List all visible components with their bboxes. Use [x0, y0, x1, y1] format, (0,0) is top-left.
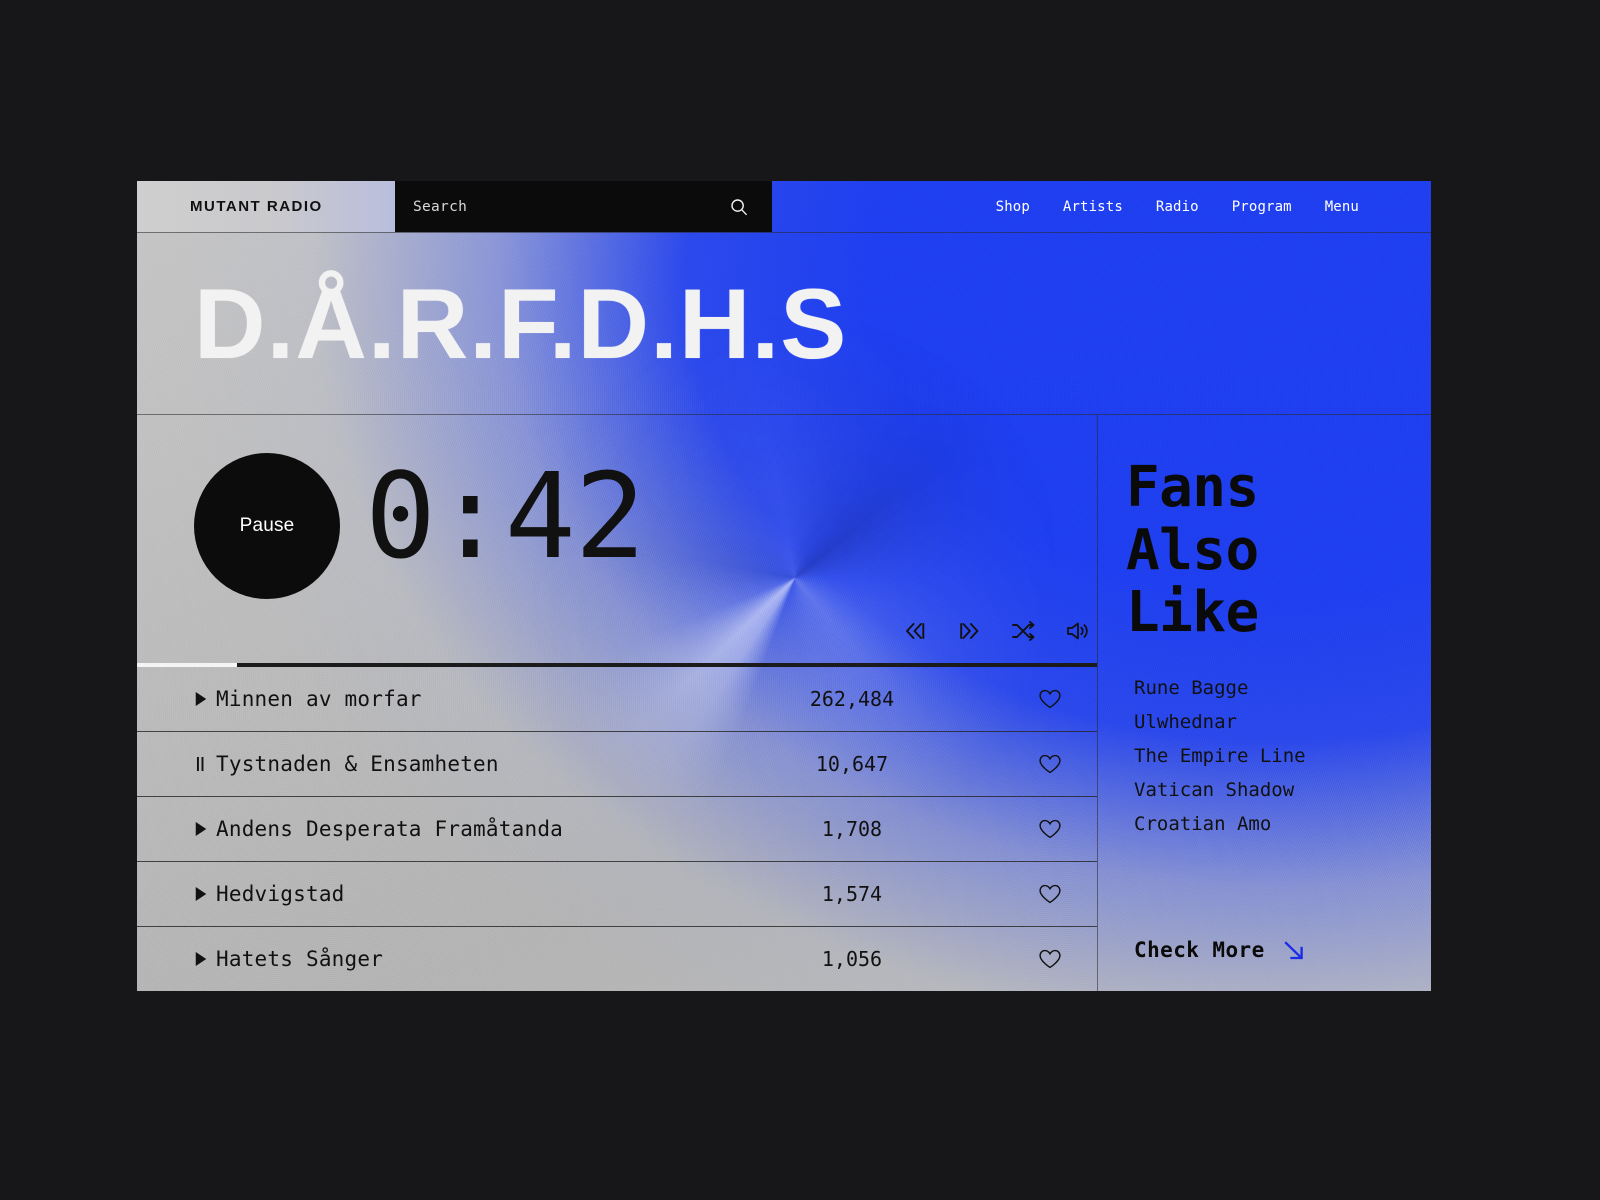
fans-title-line-2: Also	[1126, 517, 1259, 583]
nav-item-radio[interactable]: Radio	[1156, 199, 1199, 215]
pause-icon[interactable]	[194, 756, 216, 772]
player-column: Pause 0:42 Minnen av morfar 262,484 Tyst…	[137, 415, 1098, 991]
page-title: D.Å.R.F.D.H.S	[194, 268, 848, 379]
table-row[interactable]: Hatets Sånger 1,056	[137, 927, 1097, 991]
track-title: Minnen av morfar	[216, 687, 422, 711]
nav-item-artists[interactable]: Artists	[1063, 199, 1123, 215]
main-navigation: Shop Artists Radio Program Menu	[772, 181, 1431, 232]
table-row[interactable]: Andens Desperata Framåtanda 1,708	[137, 797, 1097, 862]
shuffle-icon[interactable]	[1009, 617, 1037, 645]
list-item[interactable]: The Empire Line	[1134, 745, 1431, 767]
play-icon[interactable]	[194, 691, 216, 707]
heart-icon[interactable]	[1002, 818, 1097, 840]
track-plays: 1,574	[821, 882, 883, 906]
hero-banner: D.Å.R.F.D.H.S	[137, 233, 1431, 415]
table-row[interactable]: Hedvigstad 1,574	[137, 862, 1097, 927]
top-bar: MUTANT RADIO Shop Artists Radio Program …	[137, 181, 1431, 233]
search-icon[interactable]	[730, 198, 748, 216]
fans-also-like-title: Fans Also Like	[1098, 455, 1431, 646]
brand-logo[interactable]: MUTANT RADIO	[190, 198, 323, 215]
check-more-link[interactable]: Check More	[1098, 937, 1431, 991]
search-input[interactable]	[413, 198, 730, 215]
track-list: Minnen av morfar 262,484 Tystnaden & Ens…	[137, 667, 1097, 991]
fast-forward-icon[interactable]	[955, 617, 983, 645]
play-icon[interactable]	[194, 886, 216, 902]
timecode-display: 0:42	[365, 447, 646, 585]
track-plays: 1,056	[821, 947, 883, 971]
check-more-label: Check More	[1134, 938, 1265, 962]
track-plays: 10,647	[815, 752, 889, 776]
heart-icon[interactable]	[1002, 753, 1097, 775]
table-row[interactable]: Tystnaden & Ensamheten 10,647	[137, 732, 1097, 797]
brand-zone: MUTANT RADIO	[137, 181, 395, 232]
fans-artist-list: Rune Bagge Ulwhednar The Empire Line Vat…	[1098, 645, 1431, 835]
fans-title-line-3: Like	[1126, 580, 1259, 646]
heart-icon[interactable]	[1002, 883, 1097, 905]
play-icon[interactable]	[194, 821, 216, 837]
transport-controls	[901, 617, 1091, 645]
heart-icon[interactable]	[1002, 688, 1097, 710]
table-row[interactable]: Minnen av morfar 262,484	[137, 667, 1097, 732]
nav-item-program[interactable]: Program	[1232, 199, 1292, 215]
progress-bar[interactable]	[137, 663, 1097, 667]
list-item[interactable]: Rune Bagge	[1134, 677, 1431, 699]
rewind-icon[interactable]	[901, 617, 929, 645]
arrow-down-right-icon[interactable]	[1281, 937, 1307, 963]
fans-title-line-1: Fans	[1126, 455, 1259, 520]
track-plays: 1,708	[821, 817, 883, 841]
track-title: Andens Desperata Framåtanda	[216, 817, 564, 841]
track-title: Tystnaden & Ensamheten	[216, 752, 499, 776]
list-item[interactable]: Ulwhednar	[1134, 711, 1431, 733]
play-icon[interactable]	[194, 951, 216, 967]
list-item[interactable]: Vatican Shadow	[1134, 779, 1431, 801]
pause-button-label: Pause	[239, 515, 295, 536]
fans-also-like-panel: Fans Also Like Rune Bagge Ulwhednar The …	[1098, 415, 1431, 991]
track-title: Hedvigstad	[216, 882, 345, 906]
mutant-radio-app: MUTANT RADIO Shop Artists Radio Program …	[137, 181, 1431, 991]
heart-icon[interactable]	[1002, 948, 1097, 970]
progress-bar-fill	[137, 663, 237, 667]
search-bar[interactable]	[395, 181, 772, 232]
pause-button[interactable]: Pause	[194, 453, 340, 599]
list-item[interactable]: Croatian Amo	[1134, 813, 1431, 835]
player-panel: Pause 0:42	[137, 415, 1097, 667]
nav-item-shop[interactable]: Shop	[996, 199, 1030, 215]
main-body: Pause 0:42 Minnen av morfar 262,484 Tyst…	[137, 415, 1431, 991]
track-plays: 262,484	[809, 687, 895, 711]
volume-icon[interactable]	[1063, 617, 1091, 645]
track-title: Hatets Sånger	[216, 947, 384, 971]
nav-item-menu[interactable]: Menu	[1325, 199, 1359, 215]
